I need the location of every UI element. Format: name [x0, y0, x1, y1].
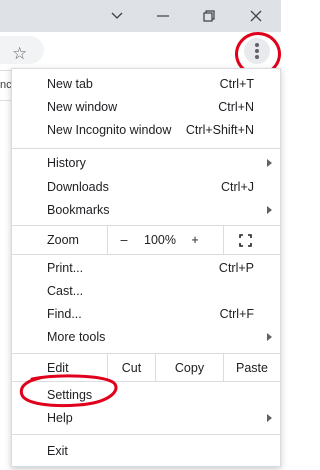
- zoom-divider: [107, 226, 108, 254]
- submenu-arrow-icon: [267, 159, 272, 167]
- menu-separator: [12, 434, 280, 435]
- menu-item-label: Exit: [47, 444, 68, 458]
- menu-item-shortcut: Ctrl+P: [218, 261, 254, 275]
- menu-item-label: Print...: [47, 261, 84, 275]
- paste-button[interactable]: Paste: [224, 354, 280, 381]
- menu-separator: [12, 225, 280, 226]
- menu-item-find[interactable]: Find... Ctrl+F: [12, 302, 280, 326]
- restore-icon: [203, 10, 215, 22]
- minimize-icon: [157, 15, 169, 17]
- menu-item-bookmarks[interactable]: Bookmarks: [12, 198, 280, 222]
- page-partial-text: nc: [0, 79, 12, 91]
- submenu-arrow-icon: [267, 333, 272, 341]
- restore-button[interactable]: [186, 0, 232, 32]
- menu-item-history[interactable]: History: [12, 151, 280, 175]
- submenu-arrow-icon: [267, 414, 272, 422]
- menu-item-label: New window: [47, 100, 118, 114]
- menu-item-label: New Incognito window: [47, 123, 172, 137]
- menu-item-cast[interactable]: Cast...: [12, 279, 280, 303]
- menu-item-new-window[interactable]: New window Ctrl+N: [12, 95, 280, 119]
- chevron-down-icon: [111, 12, 123, 19]
- menu-item-label: More tools: [47, 330, 106, 344]
- zoom-level-value: 100%: [144, 233, 176, 247]
- paste-label: Paste: [236, 360, 268, 375]
- menu-row-zoom: Zoom – 100% +: [12, 226, 280, 254]
- menu-item-help[interactable]: Help: [12, 406, 280, 430]
- menu-separator: [12, 148, 280, 149]
- submenu-arrow-icon: [267, 206, 272, 214]
- menu-item-shortcut: Ctrl+F: [219, 307, 254, 321]
- menu-item-print[interactable]: Print... Ctrl+P: [12, 256, 280, 280]
- title-bar: [0, 0, 281, 32]
- menu-item-new-incognito-window[interactable]: New Incognito window Ctrl+Shift+N: [12, 118, 280, 142]
- menu-item-label: Downloads: [47, 180, 109, 194]
- menu-item-new-tab[interactable]: New tab Ctrl+T: [12, 72, 280, 96]
- copy-label: Copy: [174, 360, 205, 375]
- menu-item-shortcut: Ctrl+Shift+N: [185, 123, 254, 137]
- copy-button[interactable]: Copy: [156, 354, 223, 381]
- zoom-divider: [223, 226, 224, 254]
- menu-item-shortcut: Ctrl+T: [219, 77, 254, 91]
- address-bar[interactable]: ☆: [0, 36, 44, 64]
- menu-item-label: New tab: [47, 77, 93, 91]
- menu-item-downloads[interactable]: Downloads Ctrl+J: [12, 175, 280, 199]
- menu-item-more-tools[interactable]: More tools: [12, 325, 280, 349]
- menu-separator: [12, 254, 280, 255]
- zoom-in-button[interactable]: +: [183, 228, 207, 252]
- tab-search-button[interactable]: [94, 0, 140, 32]
- close-icon: [250, 10, 262, 22]
- bookmark-star-icon[interactable]: ☆: [12, 45, 27, 62]
- cut-label: Cut: [121, 360, 142, 375]
- zoom-out-button[interactable]: –: [112, 228, 136, 252]
- fullscreen-icon: [238, 233, 252, 247]
- menu-item-label: Bookmarks: [47, 203, 110, 217]
- menu-item-exit[interactable]: Exit: [12, 439, 280, 463]
- fullscreen-button[interactable]: [233, 228, 257, 252]
- menu-item-shortcut: Ctrl+J: [221, 180, 254, 194]
- menu-item-label: Find...: [47, 307, 82, 321]
- zoom-minus-glyph: –: [120, 233, 128, 247]
- zoom-label: Zoom: [47, 233, 79, 247]
- annotation-ellipse-settings: [19, 374, 118, 408]
- close-button[interactable]: [233, 0, 279, 32]
- minimize-button[interactable]: [140, 0, 186, 32]
- zoom-plus-glyph: +: [191, 233, 199, 247]
- menu-item-shortcut: Ctrl+N: [218, 100, 254, 114]
- menu-item-label: Cast...: [47, 284, 84, 298]
- menu-item-label: History: [47, 156, 86, 170]
- menu-item-label: Help: [47, 411, 73, 425]
